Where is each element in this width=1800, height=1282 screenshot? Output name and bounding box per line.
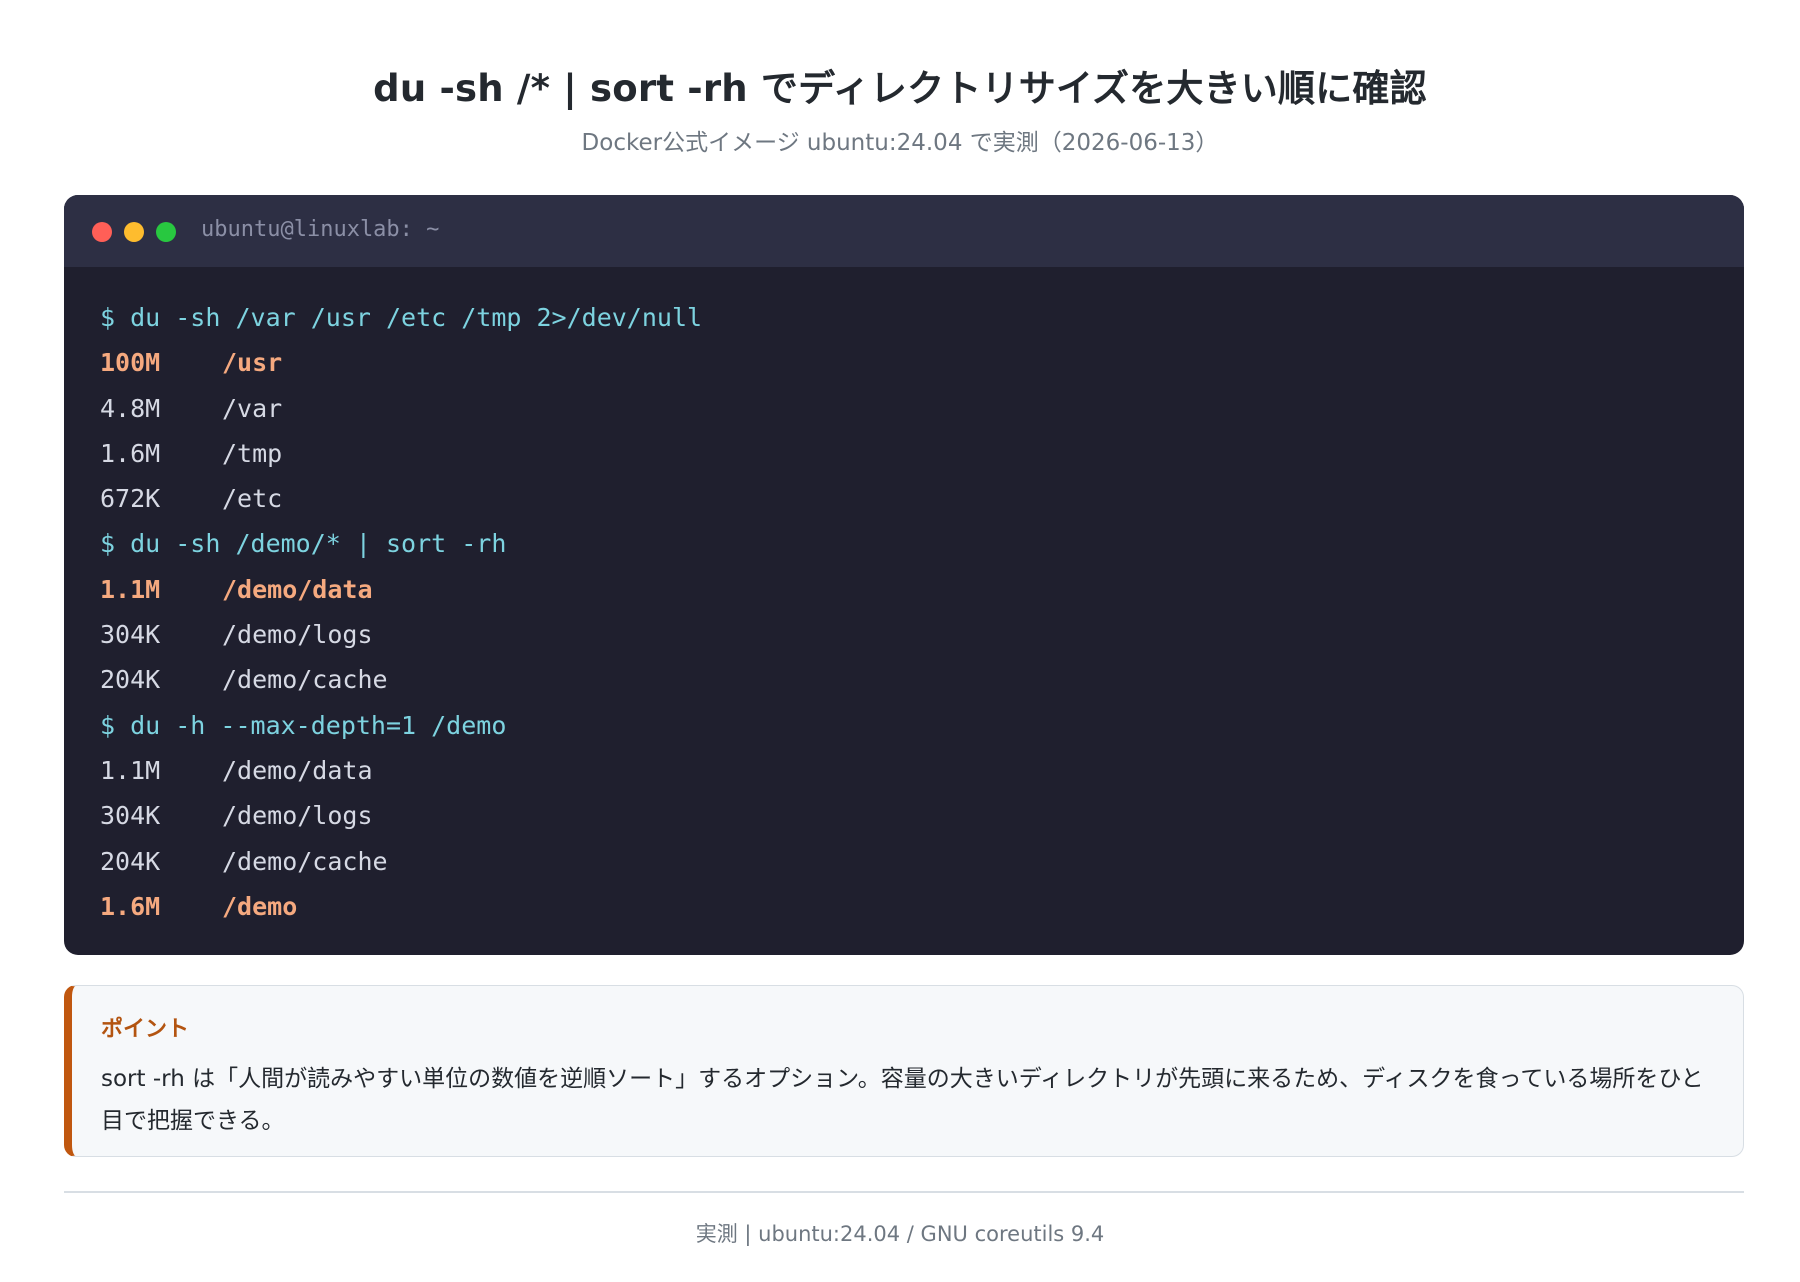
output-path: /demo/logs (222, 801, 373, 831)
close-window-icon[interactable] (92, 222, 112, 242)
callout-body: sort -rh は「人間が読みやすい単位の数値を逆順ソート」するオプション。容… (101, 1066, 1704, 1134)
terminal-command-line: $ du -h --max-depth=1 /demo (100, 710, 507, 740)
terminal-output-line-highlight: 100M/usr (100, 340, 1710, 385)
terminal-output: $ du -sh /var /usr /etc /tmp 2>/dev/null… (100, 295, 1710, 929)
terminal-output-line: 1.1M/demo/data (100, 748, 1710, 793)
output-path: /demo/data (222, 755, 373, 785)
page: du -sh /* | sort -rh でディレクトリサイズを大きい順に確認 … (0, 0, 1800, 1282)
point-callout: ポイント sort -rh は「人間が読みやすい単位の数値を逆順ソート」するオプ… (64, 985, 1744, 1157)
output-size: 304K (100, 801, 161, 831)
terminal-output-line: 4.8M/var (100, 386, 1710, 431)
terminal-output-line-highlight: 1.1M/demo/data (100, 567, 1710, 612)
output-size: 4.8M (100, 393, 161, 423)
output-path: /etc (222, 484, 283, 514)
output-size: 304K (100, 620, 161, 650)
output-path: /usr (222, 348, 283, 378)
output-size: 204K (100, 846, 161, 876)
terminal-output-line: 304K/demo/logs (100, 612, 1710, 657)
terminal-output-line: 672K/etc (100, 476, 1710, 521)
page-title: du -sh /* | sort -rh でディレクトリサイズを大きい順に確認 (373, 67, 1427, 110)
output-size: 1.6M (100, 438, 161, 468)
terminal-output-line: 204K/demo/cache (100, 839, 1710, 884)
terminal-window: ubuntu@linuxlab: ~ $ du -sh /var /usr /e… (64, 195, 1744, 955)
output-size: 1.6M (100, 891, 161, 921)
output-path: /demo/data (222, 574, 373, 604)
output-size: 1.1M (100, 755, 161, 785)
maximize-window-icon[interactable] (156, 222, 176, 242)
terminal-command-line: $ du -sh /demo/* | sort -rh (100, 529, 507, 559)
output-path: /tmp (222, 438, 283, 468)
footer-divider (64, 1191, 1744, 1193)
output-path: /demo/cache (222, 846, 388, 876)
minimize-window-icon[interactable] (124, 222, 144, 242)
terminal-title: ubuntu@linuxlab: ~ (201, 217, 440, 242)
page-subtitle: Docker公式イメージ ubuntu:24.04 で実測（2026-06-13… (581, 130, 1219, 156)
terminal-titlebar: ubuntu@linuxlab: ~ (64, 195, 1744, 267)
terminal-output-line: 1.6M/tmp (100, 431, 1710, 476)
output-path: /var (222, 393, 283, 423)
terminal-output-line: 204K/demo/cache (100, 657, 1710, 702)
output-size: 672K (100, 484, 161, 514)
output-path: /demo (222, 891, 298, 921)
output-size: 1.1M (100, 574, 161, 604)
output-size: 204K (100, 665, 161, 695)
output-path: /demo/logs (222, 620, 373, 650)
output-path: /demo/cache (222, 665, 388, 695)
callout-title: ポイント (101, 1017, 190, 1042)
output-size: 100M (100, 348, 161, 378)
terminal-command-line: $ du -sh /var /usr /etc /tmp 2>/dev/null (100, 303, 703, 332)
page-footer: 実測 | ubuntu:24.04 / GNU coreutils 9.4 (695, 1222, 1105, 1246)
terminal-output-line-highlight: 1.6M/demo (100, 884, 1710, 929)
terminal-output-line: 304K/demo/logs (100, 793, 1710, 838)
